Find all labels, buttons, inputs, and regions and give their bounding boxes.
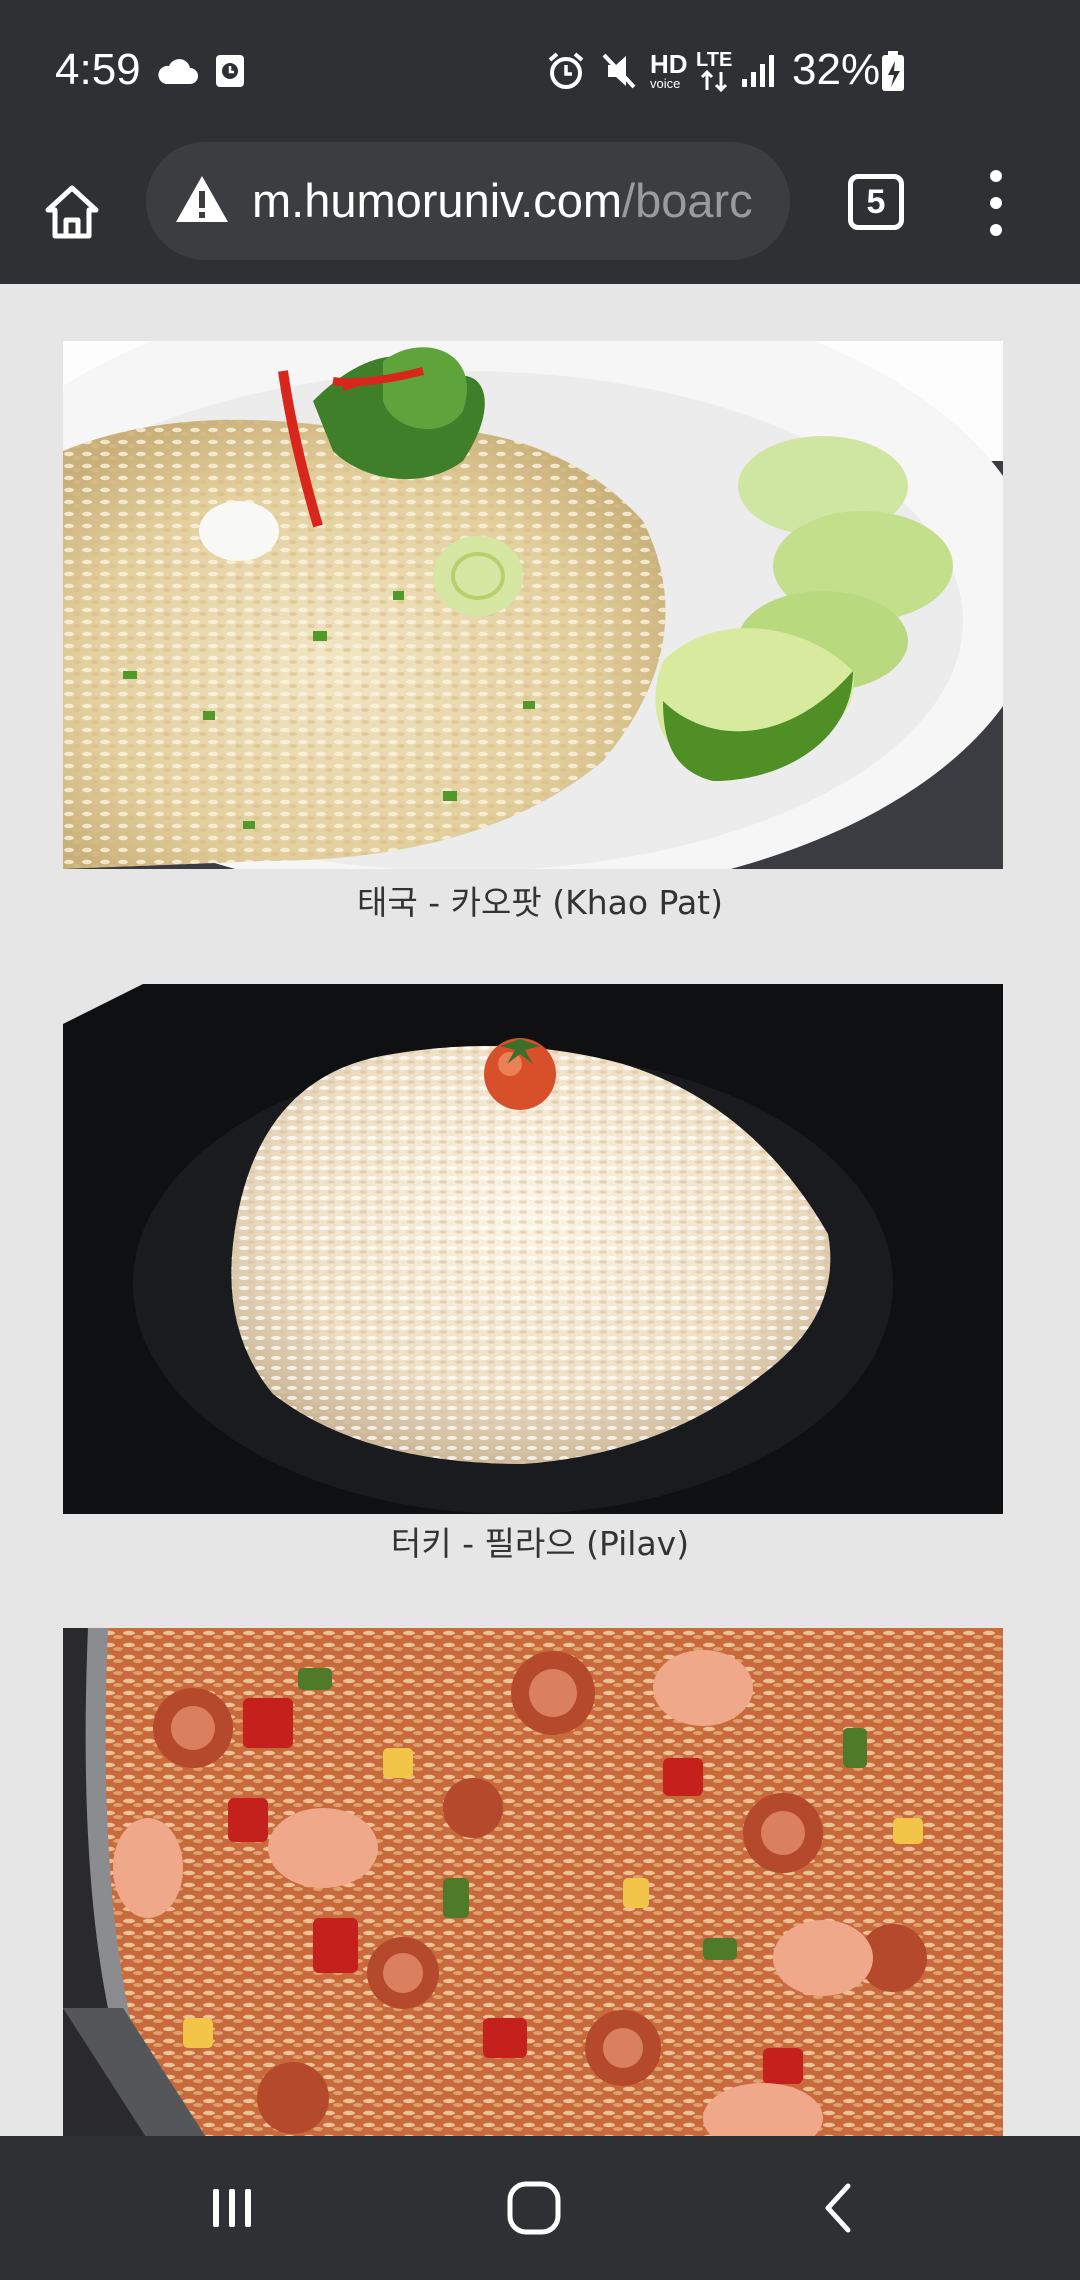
url-host: m.humoruniv.com <box>252 174 623 227</box>
pilav-photo <box>63 984 1003 1514</box>
cloud-icon <box>156 48 198 94</box>
home-button[interactable] <box>34 174 110 250</box>
hd-voice-icon: HD voice <box>650 48 688 94</box>
home-icon <box>45 185 99 239</box>
lte-icon: LTE <box>696 48 732 94</box>
url-bar[interactable]: m.humoruniv.com/boarc <box>146 142 790 260</box>
signal-icon <box>740 48 780 94</box>
page-content[interactable]: 태국 - 카오팟 (Khao Pat) 터키 - 필라으 (Pilav) <box>0 284 1080 2136</box>
status-time: 4:59 <box>55 45 141 94</box>
home-nav-icon[interactable] <box>502 2176 566 2240</box>
fried-rice-photo <box>63 341 1003 869</box>
more-vert-icon[interactable] <box>974 170 1018 236</box>
lte-label: LTE <box>696 49 733 71</box>
mute-icon <box>600 48 638 94</box>
clock-notification-icon <box>214 48 246 94</box>
hd-label: HD <box>650 49 688 79</box>
tab-count: 5 <box>866 182 886 221</box>
alarm-icon <box>546 48 586 94</box>
url-text[interactable]: m.humoruniv.com/boarc <box>252 171 772 231</box>
tabs-icon[interactable]: 5 <box>848 174 904 230</box>
post-caption: 터키 - 필라으 (Pilav) <box>390 1524 690 1563</box>
status-bar: 4:59 HD voice LTE 32% <box>0 0 1080 140</box>
system-nav-bar <box>0 2136 1080 2280</box>
back-icon[interactable] <box>806 2176 870 2240</box>
browser-toolbar: m.humoruniv.com/boarc 5 <box>0 140 1080 284</box>
voice-label: voice <box>650 76 681 91</box>
jambalaya-photo <box>63 1628 1003 2136</box>
recents-icon[interactable] <box>200 2176 264 2240</box>
battery-charging-icon <box>880 48 906 94</box>
url-path: /boarc <box>622 174 753 227</box>
warning-icon[interactable] <box>174 174 230 228</box>
post-caption: 태국 - 카오팟 (Khao Pat) <box>357 883 723 922</box>
battery-percent: 32% <box>792 45 881 94</box>
